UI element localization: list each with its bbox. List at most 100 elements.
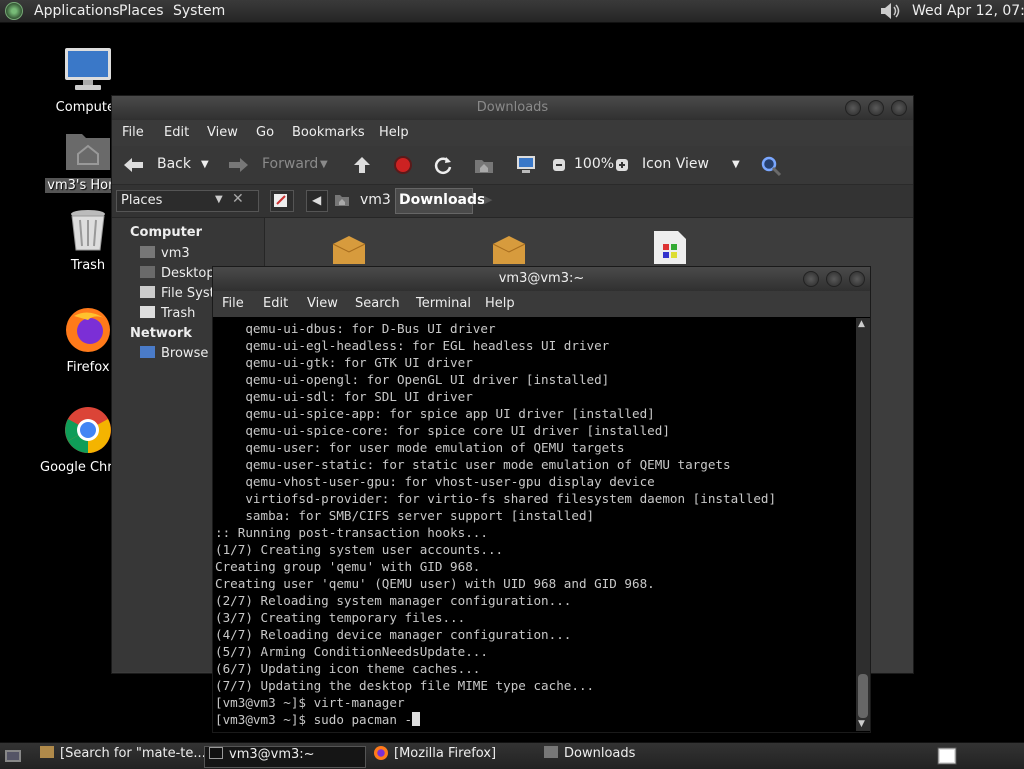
maximize-button[interactable] — [868, 100, 884, 116]
zoom-level[interactable]: 100% — [574, 156, 614, 172]
scrollbar-thumb[interactable] — [858, 674, 868, 718]
window-title: Downloads — [476, 100, 549, 115]
zoom-in-icon[interactable] — [615, 158, 629, 172]
distro-logo-icon[interactable] — [5, 2, 23, 20]
path-button-downloads[interactable]: Downloads — [395, 188, 485, 214]
terminal-line: qemu-ui-egl-headless: for EGL headless U… — [245, 338, 610, 353]
desktop-icon — [140, 266, 155, 278]
close-side-pane-icon[interactable]: ✕ — [232, 191, 244, 207]
package-file-icon[interactable] — [331, 234, 367, 264]
terminal-line: samba: for SMB/CIFS server support [inst… — [245, 508, 595, 523]
terminal-line: (1/7) Creating system user accounts... — [215, 542, 504, 557]
sidebar-item-desktop[interactable]: Desktop — [140, 266, 215, 281]
terminal-line: qemu-ui-dbus: for D-Bus UI driver — [245, 321, 496, 336]
forward-button[interactable]: Forward — [262, 156, 318, 172]
taskbar-item-terminal[interactable]: vm3@vm3:~ — [204, 746, 366, 768]
package-file-icon[interactable] — [491, 234, 527, 264]
taskbar-item-search[interactable]: [Search for "mate-te... — [36, 746, 206, 766]
scroll-up-arrow-icon[interactable]: ▲ — [858, 319, 865, 329]
search-icon[interactable] — [760, 155, 782, 177]
terminal-cursor — [412, 712, 421, 726]
menu-terminal[interactable]: Terminal — [416, 296, 471, 311]
computer-icon — [65, 48, 111, 90]
menu-go[interactable]: Go — [256, 125, 274, 140]
chevron-down-icon: ▼ — [215, 194, 223, 205]
path-scroll-left-button[interactable]: ◀ — [306, 190, 328, 212]
sidebar-item-vm3[interactable]: vm3 — [140, 246, 190, 261]
taskbar-item-label: vm3@vm3:~ — [229, 747, 315, 762]
menu-file[interactable]: File — [222, 296, 244, 311]
file-manager-menubar: File Edit View Go Bookmarks Help — [112, 120, 913, 146]
path-button-vm3[interactable]: vm3 — [330, 189, 392, 211]
clock[interactable]: Wed Apr 12, 07:00 — [912, 3, 1024, 19]
home-icon[interactable] — [474, 156, 494, 174]
terminal-scrollbar[interactable]: ▲ ▼ — [856, 318, 870, 731]
close-button[interactable] — [849, 271, 865, 287]
taskbar-item-label: [Mozilla Firefox] — [394, 746, 497, 761]
show-desktop-icon[interactable] — [4, 747, 22, 765]
terminal-icon — [209, 747, 223, 759]
drive-icon — [140, 286, 155, 298]
home-folder-icon — [140, 246, 155, 258]
menu-edit[interactable]: Edit — [164, 125, 189, 140]
view-mode-select[interactable]: Icon View — [642, 156, 709, 172]
scroll-down-arrow-icon[interactable]: ▼ — [858, 719, 865, 729]
path-label: Downloads — [399, 192, 486, 208]
back-button[interactable]: Back — [157, 156, 191, 172]
window-title: vm3@vm3:~ — [498, 271, 585, 286]
document-file-icon[interactable] — [652, 230, 688, 264]
terminal-line: (4/7) Reloading device manager configura… — [215, 627, 572, 642]
edit-location-button[interactable] — [270, 190, 294, 212]
taskbar-item-firefox[interactable]: [Mozilla Firefox] — [370, 746, 535, 766]
close-button[interactable] — [891, 100, 907, 116]
menu-view[interactable]: View — [307, 296, 338, 311]
terminal-line: Creating user 'qemu' (QEMU user) with UI… — [215, 576, 655, 591]
menu-view[interactable]: View — [207, 125, 238, 140]
forward-arrow-icon[interactable] — [228, 157, 250, 173]
applications-menu[interactable]: Applications — [34, 3, 120, 19]
terminal-output[interactable]: qemu-ui-dbus: for D-Bus UI driver qemu-u… — [213, 318, 856, 731]
up-arrow-icon[interactable] — [352, 155, 372, 175]
forward-history-chevron-icon[interactable]: ▼ — [320, 159, 328, 170]
stop-icon[interactable] — [393, 155, 413, 175]
terminal-line: (2/7) Reloading system manager configura… — [215, 593, 572, 608]
view-mode-chevron-icon[interactable]: ▼ — [732, 159, 740, 170]
chrome-icon — [65, 407, 111, 453]
system-menu[interactable]: System — [173, 3, 225, 19]
zoom-out-icon[interactable] — [552, 158, 566, 172]
menu-edit[interactable]: Edit — [263, 296, 288, 311]
workspace-switcher-icon[interactable] — [936, 747, 958, 765]
minimize-button[interactable] — [803, 271, 819, 287]
menu-file[interactable]: File — [122, 125, 144, 140]
pencil-icon — [274, 194, 287, 207]
path-scroll-right-icon[interactable]: ▶ — [484, 193, 492, 206]
reload-icon[interactable] — [433, 155, 453, 175]
menu-bookmarks[interactable]: Bookmarks — [292, 125, 365, 140]
menu-search[interactable]: Search — [355, 296, 400, 311]
sidebar-header-network: Network — [130, 326, 192, 341]
terminal-titlebar[interactable]: vm3@vm3:~ — [213, 267, 870, 291]
menu-help[interactable]: Help — [379, 125, 409, 140]
back-history-chevron-icon[interactable]: ▼ — [201, 159, 209, 170]
path-label: vm3 — [360, 192, 391, 208]
terminal-line: qemu-ui-spice-core: for spice core UI dr… — [245, 423, 670, 438]
terminal-menubar: File Edit View Search Terminal Help — [213, 291, 870, 317]
computer-icon[interactable] — [515, 155, 537, 175]
menu-help[interactable]: Help — [485, 296, 515, 311]
sidebar-item-label: vm3 — [161, 246, 190, 261]
taskbar-item-downloads[interactable]: Downloads — [540, 746, 705, 766]
side-pane-selector-label: Places — [121, 193, 163, 208]
terminal-window: vm3@vm3:~ File Edit View Search Terminal… — [212, 266, 871, 733]
minimize-button[interactable] — [845, 100, 861, 116]
volume-icon[interactable] — [880, 2, 902, 20]
sidebar-item-label: Desktop — [161, 266, 215, 281]
sidebar-item-trash[interactable]: Trash — [140, 306, 195, 321]
network-icon — [140, 346, 155, 358]
back-arrow-icon[interactable] — [122, 157, 144, 173]
file-manager-titlebar[interactable]: Downloads — [112, 96, 913, 120]
places-menu[interactable]: Places — [119, 3, 164, 19]
terminal-line: qemu-user-static: for static user mode e… — [245, 457, 731, 472]
firefox-icon — [66, 308, 110, 352]
maximize-button[interactable] — [826, 271, 842, 287]
chevron-left-icon: ◀ — [312, 193, 322, 207]
